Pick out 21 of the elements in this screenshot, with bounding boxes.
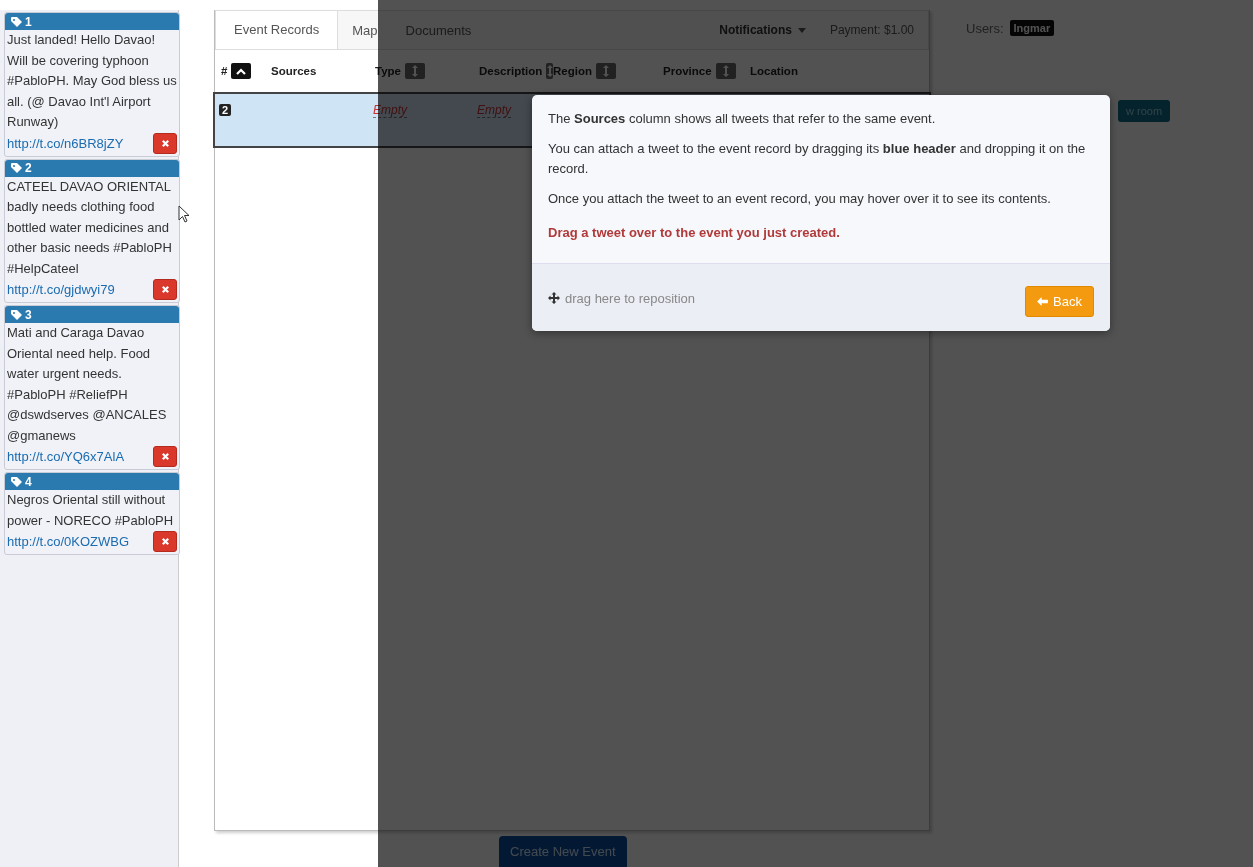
- user-badge: Ingmar: [1009, 20, 1055, 36]
- tweet-text: Negros Oriental still without power - NORECO #PabloPH: [6, 491, 175, 530]
- tweet-text: Mati and Caraga Davao Oriental need help. Food water urgent needs. #PabloPH #ReliefPH @dswdserves @ANCALES @gmanews: [6, 324, 168, 445]
- row-number: 2: [219, 104, 232, 116]
- column-header: Province: [663, 65, 712, 77]
- popover-text: You can attach a tweet to the event record by dragging its blue header and dropping it on the record.: [548, 139, 1087, 178]
- column-header: Description: [479, 65, 543, 77]
- tweet-text: Just landed! Hello Davao! Will be covering typhoon #PabloPH. May God bless us all. (@ Davao Int'l Airport Runway): [6, 31, 178, 131]
- popover-text: Drag a tweet over to the event you just created.: [548, 224, 841, 242]
- tweet-text: CATEEL DAVAO ORIENTAL badly needs clothing food bottled water medicines and other basic needs #PabloPH #HelpCateel: [6, 177, 173, 278]
- tweet-number: 3: [25, 307, 32, 322]
- tweet-number: 2: [25, 161, 32, 175]
- popover-text: The Sources column shows all tweets that refer to the same event.: [548, 110, 937, 128]
- column-header: #: [221, 65, 228, 77]
- column-header: Sources: [271, 65, 317, 77]
- popover-text: Once you attach the tweet to an event record, you may hover over it to see its contents.: [548, 189, 1052, 208]
- column-header: Region: [553, 65, 592, 77]
- column-header: Location: [750, 65, 798, 77]
- tweet-number: 1: [25, 14, 32, 29]
- drag-hint: drag here to reposition: [565, 290, 696, 306]
- tweet-number: 4: [25, 474, 32, 489]
